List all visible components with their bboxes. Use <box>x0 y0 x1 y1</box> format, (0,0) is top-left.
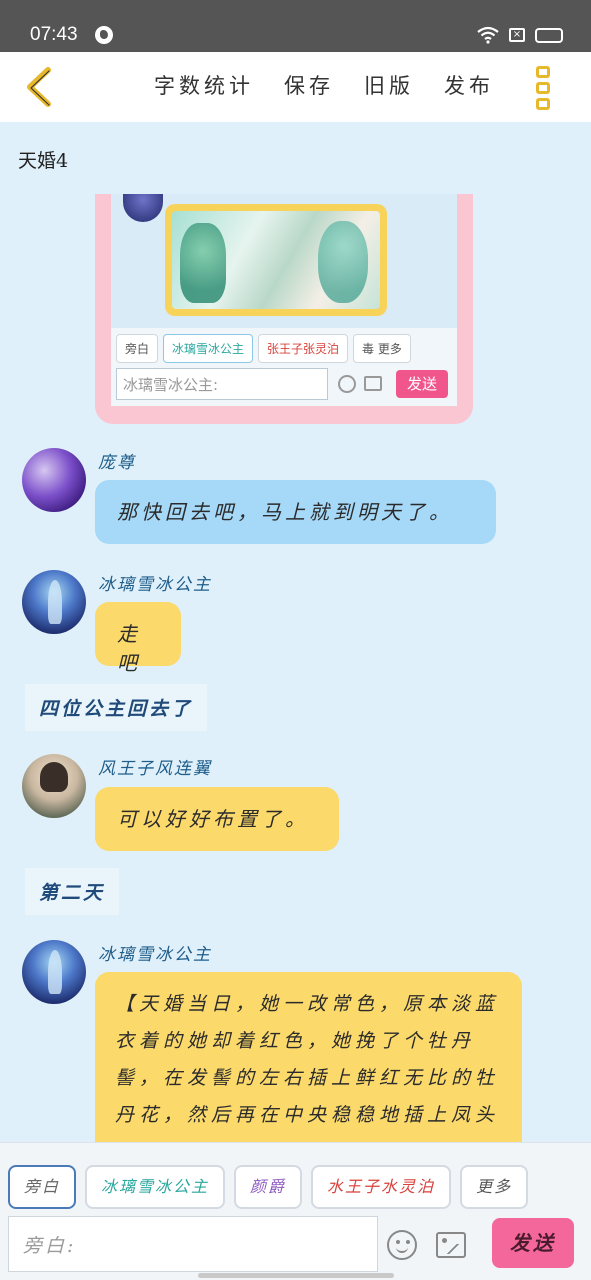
home-indicator <box>198 1273 394 1278</box>
sender-name: 庞尊 <box>98 453 136 473</box>
embedded-chip: 旁白 <box>116 334 159 363</box>
embedded-chip: 毒 更多 <box>353 334 411 363</box>
message-bubble[interactable]: 走吧 <box>95 602 181 675</box>
sender-name: 冰璃雪冰公主 <box>98 945 212 965</box>
narration-text[interactable]: 第二天 <box>25 868 120 915</box>
header-actions: 字数统计 保存 旧版 发布 <box>154 70 494 100</box>
publish-button[interactable]: 发布 <box>444 70 494 100</box>
role-chip-narrator[interactable]: 旁白 <box>8 1165 77 1209</box>
editor-header: 字数统计 保存 旧版 发布 <box>0 52 591 122</box>
emoji-icon[interactable] <box>387 1230 417 1260</box>
image-icon[interactable] <box>436 1232 466 1258</box>
more-menu-button[interactable] <box>536 66 552 110</box>
avatar[interactable] <box>22 754 86 818</box>
narration-text[interactable]: 四位公主回去了 <box>25 684 208 731</box>
embedded-screenshot[interactable]: 旁白 冰璃雪冰公主 张王子张灵泊 毒 更多 冰璃雪冰公主: 发送 <box>95 194 473 424</box>
composer: 旁白 冰璃雪冰公主 颜爵 水王子水灵泊 更多 旁白: 发送 <box>0 1142 591 1280</box>
more-dot-icon <box>536 98 550 110</box>
sim-icon: × <box>509 28 525 42</box>
embedded-chip: 冰璃雪冰公主 <box>163 334 254 363</box>
embedded-chip: 张王子张灵泊 <box>258 334 349 363</box>
chapter-title: 天婚4 <box>18 150 69 172</box>
embedded-screenshot-content: 旁白 冰璃雪冰公主 张王子张灵泊 毒 更多 冰璃雪冰公主: 发送 <box>111 194 457 406</box>
role-chip[interactable]: 冰璃雪冰公主 <box>85 1165 226 1209</box>
role-chip[interactable]: 水王子水灵泊 <box>311 1165 452 1209</box>
embedded-composer: 旁白 冰璃雪冰公主 张王子张灵泊 毒 更多 冰璃雪冰公主: 发送 <box>111 328 457 406</box>
more-dot-icon <box>536 66 550 78</box>
back-button[interactable] <box>18 64 62 110</box>
status-time: 07:43 <box>30 24 78 45</box>
avatar[interactable] <box>22 940 86 1004</box>
message-bubble[interactable]: 【天婚当日，她一改常色，原本淡蓝衣着的她却着红色，她挽了个牡丹髻，在发髻的左右插… <box>95 972 522 1142</box>
embedded-send-button: 发送 <box>396 370 448 398</box>
more-roles-button[interactable]: 更多 <box>460 1165 529 1209</box>
status-icons: × <box>477 26 563 44</box>
avatar[interactable] <box>22 448 86 512</box>
chat-area[interactable]: 天婚4 旁白 冰璃雪冰公主 张王子张灵泊 毒 更多 冰璃雪冰公主: 发送 庞尊 … <box>0 122 591 1142</box>
avatar <box>123 194 163 222</box>
embedded-input: 冰璃雪冰公主: <box>116 368 328 400</box>
role-chip[interactable]: 颜爵 <box>234 1165 303 1209</box>
sender-name: 风王子风连翼 <box>98 759 212 779</box>
emoji-icon <box>338 375 356 393</box>
status-bar: 07:43 × <box>0 0 591 52</box>
sender-name: 冰璃雪冰公主 <box>98 575 212 595</box>
avatar[interactable] <box>22 570 86 634</box>
old-version-button[interactable]: 旧版 <box>364 70 414 100</box>
save-button[interactable]: 保存 <box>284 70 334 100</box>
battery-icon <box>535 27 563 43</box>
wifi-icon <box>477 26 499 44</box>
send-button[interactable]: 发送 <box>492 1218 574 1268</box>
message-bubble[interactable]: 那快回去吧，马上就到明天了。 <box>95 480 496 544</box>
role-chips: 旁白 冰璃雪冰公主 颜爵 水王子水灵泊 更多 <box>8 1165 529 1209</box>
message-input[interactable]: 旁白: <box>8 1216 378 1272</box>
globe-icon <box>95 26 113 44</box>
story-banner-image <box>165 204 387 316</box>
word-count-button[interactable]: 字数统计 <box>154 70 254 100</box>
more-dot-icon <box>536 82 550 94</box>
image-icon <box>364 376 382 391</box>
message-bubble[interactable]: 可以好好布置了。 <box>95 787 339 851</box>
